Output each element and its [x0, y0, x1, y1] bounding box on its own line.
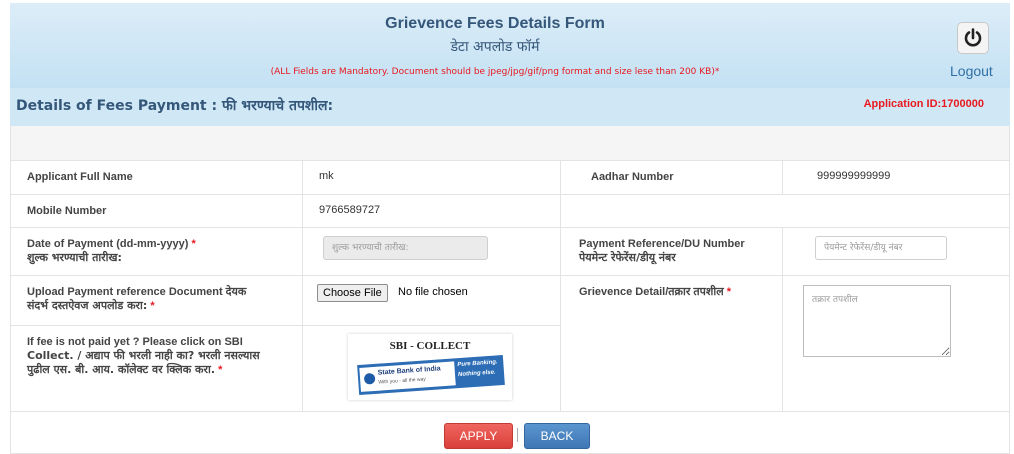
sbi-tagline: With you - all the way	[378, 376, 427, 386]
logout-button[interactable]	[957, 22, 989, 54]
full-name-value-cell: mk	[303, 160, 561, 194]
fees-form-grid: Applicant Full Name mk Aadhar Number 999…	[10, 160, 1010, 454]
power-icon	[964, 28, 982, 47]
sbi-logo-panel: State Bank of India With you - all the w…	[359, 361, 456, 392]
payment-date-input[interactable]	[323, 236, 488, 260]
application-id: Application ID:1700000	[863, 98, 984, 110]
payment-date-label-marathi: शुल्क भरण्याची तारीख:	[27, 251, 122, 264]
grievance-label: Grievence Detail/तक्रार तपशील	[579, 286, 724, 298]
back-button[interactable]: BACK	[524, 423, 590, 449]
required-marker: *	[218, 364, 223, 376]
required-marker: *	[150, 300, 155, 312]
mobile-label-cell: Mobile Number	[11, 194, 303, 227]
file-status: No file chosen	[398, 286, 468, 298]
sbi-collect-title: SBI - COLLECT	[389, 340, 471, 352]
empty-cell	[561, 194, 1009, 227]
payment-ref-input-cell	[783, 227, 1009, 275]
payment-ref-label-marathi: पेयमेन्ट रेफेरेंस/डीयू नंबर	[579, 251, 676, 264]
sbi-collect-text-line1: If fee is not paid yet ? Please click on…	[27, 336, 243, 348]
upload-input-cell: Choose File No file chosen	[303, 275, 561, 325]
upload-label-cell: Upload Payment reference Document देयक स…	[11, 275, 303, 325]
sbi-collect-label-cell: If fee is not paid yet ? Please click on…	[11, 325, 303, 411]
spacer-row	[10, 126, 1010, 160]
section-title: Details of Fees Payment : फी भरण्याचे तप…	[16, 98, 334, 114]
sbi-collect-text-line3: पुढील एस. बी. आय. कॉलेक्ट वर क्लिक करा.	[27, 363, 215, 376]
aadhar-label-cell: Aadhar Number	[561, 160, 783, 194]
form-subtitle: डेटा अपलोड फॉर्म	[450, 39, 540, 55]
payment-date-label-cell: Date of Payment (dd-mm-yyyy) * शुल्क भरण…	[11, 227, 303, 275]
sbi-collect-link[interactable]: SBI - COLLECT State Bank of India With y…	[348, 334, 512, 400]
payment-ref-input[interactable]	[815, 236, 947, 260]
aadhar-label: Aadhar Number	[591, 171, 674, 183]
section-header: Details of Fees Payment : फी भरण्याचे तप…	[10, 88, 1010, 126]
payment-date-input-cell	[303, 227, 561, 275]
payment-ref-label: Payment Reference/DU Number	[579, 238, 745, 250]
mobile-value: 9766589727	[319, 204, 381, 216]
logout-link[interactable]: Logout	[950, 63, 993, 79]
grievance-label-cell: Grievence Detail/तक्रार तपशील *	[561, 275, 783, 411]
mobile-label: Mobile Number	[27, 205, 107, 217]
aadhar-value-cell: 999999999999	[783, 160, 1009, 194]
form-title: Grievence Fees Details Form	[385, 15, 605, 32]
aadhar-value: 999999999999	[817, 170, 891, 182]
sbi-banner: State Bank of India With you - all the w…	[357, 354, 505, 396]
upload-label: Upload Payment reference Document देयक	[27, 286, 247, 298]
payment-ref-label-cell: Payment Reference/DU Number पेयमेन्ट रेफ…	[561, 227, 783, 275]
mobile-value-cell: 9766589727	[303, 194, 561, 227]
sbi-bank-name: State Bank of India	[377, 365, 441, 377]
grievance-textarea[interactable]	[803, 285, 951, 357]
sbi-collect-text-line2: Collect. / अद्याप फी भरली नाही का? भरली …	[27, 349, 260, 362]
button-separator	[517, 428, 518, 442]
full-name-value: mk	[319, 170, 334, 182]
sbi-collect-link-cell: SBI - COLLECT State Bank of India With y…	[303, 325, 561, 411]
action-bar: APPLY BACK	[11, 411, 1009, 454]
sbi-promo-line1: Pure Banking.	[457, 359, 498, 369]
full-name-label-cell: Applicant Full Name	[11, 160, 303, 194]
choose-file-button[interactable]: Choose File	[317, 284, 388, 302]
payment-date-label: Date of Payment (dd-mm-yyyy)	[27, 238, 189, 250]
apply-button[interactable]: APPLY	[444, 423, 513, 449]
mandatory-note: (ALL Fields are Mandatory. Document shou…	[270, 67, 720, 77]
grievance-input-cell	[783, 275, 1009, 411]
sbi-logo-icon	[363, 372, 376, 385]
required-marker: *	[726, 286, 732, 298]
sbi-promo-line2: Nothing else.	[457, 369, 496, 379]
upload-label-marathi: संदर्भ दस्तऐवज अपलोड करा:	[27, 299, 148, 312]
form-header: Grievence Fees Details Form डेटा अपलोड फ…	[10, 3, 1010, 88]
full-name-label: Applicant Full Name	[27, 171, 133, 183]
required-marker: *	[191, 238, 196, 250]
